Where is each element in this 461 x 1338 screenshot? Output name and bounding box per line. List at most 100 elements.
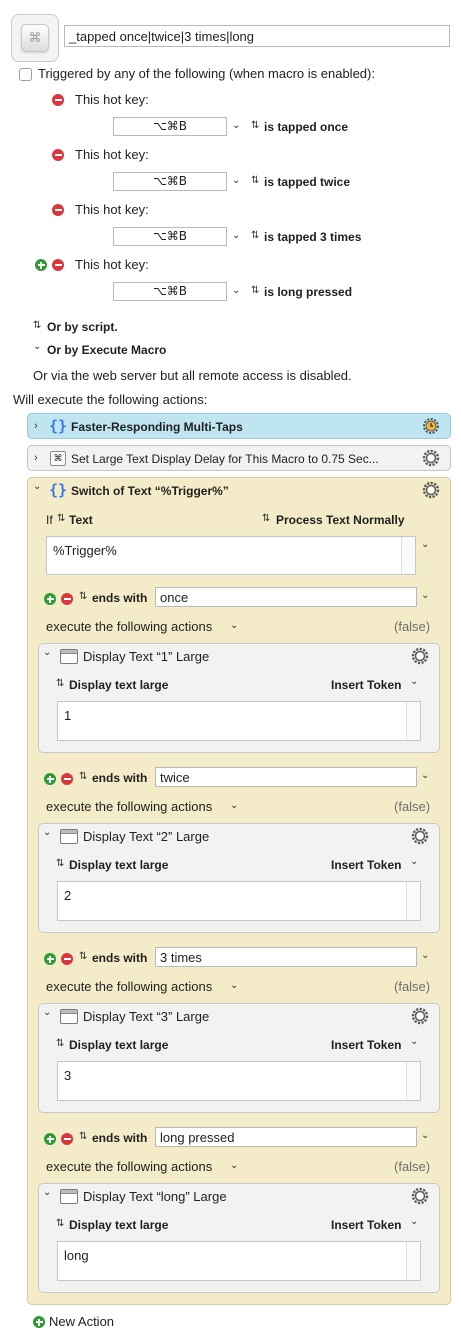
set-delay-action[interactable]: › ⌘ Set Large Text Display Delay for Thi… (27, 445, 451, 471)
macro-name-field[interactable]: _tapped once|twice|3 times|long (64, 25, 450, 47)
gear-icon[interactable] (422, 481, 440, 499)
display-text-field[interactable]: long (57, 1241, 421, 1281)
remove-trigger-button[interactable] (52, 259, 64, 271)
macro-icon[interactable]: ⌘ (11, 14, 59, 62)
updown-arrows-icon[interactable]: ⇅ (79, 1131, 87, 1142)
updown-arrows-icon[interactable]: ⇅ (251, 175, 259, 186)
hotkey-field[interactable]: ⌥⌘B (113, 117, 227, 136)
chevron-down-icon[interactable]: ⌄ (232, 175, 240, 186)
process-text-select[interactable]: Process Text Normally (276, 513, 405, 527)
or-by-script-option[interactable]: Or by script. (47, 320, 118, 334)
new-action-plus-icon[interactable] (33, 1316, 45, 1328)
case-value-field[interactable]: once (155, 587, 417, 607)
insert-token-button[interactable]: Insert Token (331, 678, 401, 692)
chevron-down-icon[interactable]: ⌄ (230, 1160, 238, 1171)
display-mode-select[interactable]: Display text large (69, 1038, 168, 1052)
switch-source-select[interactable]: Text (69, 513, 93, 527)
remove-case-button[interactable] (61, 773, 73, 785)
gear-icon[interactable] (411, 647, 429, 665)
chevron-down-icon[interactable]: ⌄ (232, 230, 240, 241)
case-value-field[interactable]: twice (155, 767, 417, 787)
chevron-down-icon[interactable]: ⌄ (230, 980, 238, 991)
chevron-down-icon[interactable]: ⌄ (232, 120, 240, 131)
hotkey-field[interactable]: ⌥⌘B (113, 282, 227, 301)
display-text-action[interactable]: ⌄ Display Text “long” Large ⇅ Display te… (38, 1183, 440, 1293)
case-condition-select[interactable]: ends with (92, 591, 147, 605)
chevron-down-icon[interactable]: ⌄ (421, 950, 429, 961)
updown-arrows-icon[interactable]: ⇅ (56, 1038, 64, 1049)
hotkey-field[interactable]: ⌥⌘B (113, 172, 227, 191)
updown-arrows-icon[interactable]: ⇅ (79, 591, 87, 602)
chevron-down-icon[interactable]: ⌄ (230, 620, 238, 631)
display-mode-select[interactable]: Display text large (69, 678, 168, 692)
add-case-button[interactable] (44, 1133, 56, 1145)
or-by-execute-macro-option[interactable]: Or by Execute Macro (47, 343, 166, 357)
switch-text-field[interactable]: %Trigger% (46, 536, 416, 575)
display-text-action[interactable]: ⌄ Display Text “2” Large ⇅ Display text … (38, 823, 440, 933)
updown-arrows-icon[interactable]: ⇅ (56, 678, 64, 689)
scrollbar[interactable] (406, 1242, 420, 1280)
chevron-down-icon[interactable]: ⌄ (230, 800, 238, 811)
display-text-action[interactable]: ⌄ Display Text “3” Large ⇅ Display text … (38, 1003, 440, 1113)
gear-icon[interactable] (411, 1007, 429, 1025)
display-text-field[interactable]: 2 (57, 881, 421, 921)
updown-arrows-icon[interactable]: ⇅ (57, 513, 65, 524)
insert-token-button[interactable]: Insert Token (331, 858, 401, 872)
remove-trigger-button[interactable] (52, 94, 64, 106)
updown-arrows-icon[interactable]: ⇅ (251, 285, 259, 296)
updown-arrows-icon[interactable]: ⇅ (262, 513, 270, 524)
case-condition-select[interactable]: ends with (92, 951, 147, 965)
hotkey-mode-select[interactable]: is tapped twice (264, 175, 350, 189)
scrollbar[interactable] (406, 702, 420, 740)
chevron-down-icon[interactable]: ⌄ (43, 1007, 51, 1018)
hotkey-mode-select[interactable]: is tapped 3 times (264, 230, 361, 244)
insert-token-button[interactable]: Insert Token (331, 1038, 401, 1052)
remove-case-button[interactable] (61, 593, 73, 605)
add-trigger-button[interactable] (35, 259, 47, 271)
case-condition-select[interactable]: ends with (92, 771, 147, 785)
scrollbar[interactable] (406, 1062, 420, 1100)
case-condition-select[interactable]: ends with (92, 1131, 147, 1145)
case-value-field[interactable]: long pressed (155, 1127, 417, 1147)
display-mode-select[interactable]: Display text large (69, 858, 168, 872)
chevron-down-icon[interactable]: ⌄ (421, 770, 429, 781)
remove-case-button[interactable] (61, 1133, 73, 1145)
updown-arrows-icon[interactable]: ⇅ (79, 771, 87, 782)
chevron-down-icon[interactable]: ⌄ (43, 1187, 51, 1198)
display-text-action[interactable]: ⌄ Display Text “1” Large ⇅ Display text … (38, 643, 440, 753)
hotkey-mode-select[interactable]: is long pressed (264, 285, 352, 299)
chevron-right-icon[interactable]: › (34, 452, 38, 464)
display-text-field[interactable]: 3 (57, 1061, 421, 1101)
insert-token-button[interactable]: Insert Token (331, 1218, 401, 1232)
switch-action[interactable]: ⌄ {} Switch of Text “%Trigger%” If ⇅ Tex… (27, 477, 451, 1305)
updown-arrows-icon[interactable]: ⇅ (56, 858, 64, 869)
updown-arrows-icon[interactable]: ⇅ (79, 951, 87, 962)
case-value-field[interactable]: 3 times (155, 947, 417, 967)
updown-arrows-icon[interactable]: ⇅ (251, 230, 259, 241)
remove-trigger-button[interactable] (52, 149, 64, 161)
clock-gear-icon[interactable] (422, 417, 440, 435)
gear-icon[interactable] (411, 827, 429, 845)
hotkey-mode-select[interactable]: is tapped once (264, 120, 348, 134)
gear-icon[interactable] (422, 449, 440, 467)
scrollbar[interactable] (406, 882, 420, 920)
gear-icon[interactable] (411, 1187, 429, 1205)
remove-trigger-button[interactable] (52, 204, 64, 216)
chevron-down-icon[interactable]: ⌄ (43, 647, 51, 658)
chevron-down-icon[interactable]: ⌄ (232, 285, 240, 296)
chevron-down-icon[interactable]: ⌄ (43, 827, 51, 838)
chevron-down-icon[interactable]: ⌄ (421, 539, 429, 550)
updown-arrows-icon[interactable]: ⇅ (251, 120, 259, 131)
add-case-button[interactable] (44, 773, 56, 785)
group-action[interactable]: › {} Faster-Responding Multi-Taps (27, 413, 451, 439)
display-mode-select[interactable]: Display text large (69, 1218, 168, 1232)
chevron-right-icon[interactable]: › (34, 420, 38, 432)
new-action-button[interactable]: New Action (49, 1314, 114, 1329)
remove-case-button[interactable] (61, 953, 73, 965)
add-case-button[interactable] (44, 953, 56, 965)
chevron-down-icon[interactable]: ⌄ (33, 481, 41, 492)
scrollbar[interactable] (401, 537, 415, 574)
chevron-down-icon[interactable]: ⌄ (421, 1130, 429, 1141)
display-text-field[interactable]: 1 (57, 701, 421, 741)
chevron-down-icon[interactable]: ⌄ (421, 590, 429, 601)
